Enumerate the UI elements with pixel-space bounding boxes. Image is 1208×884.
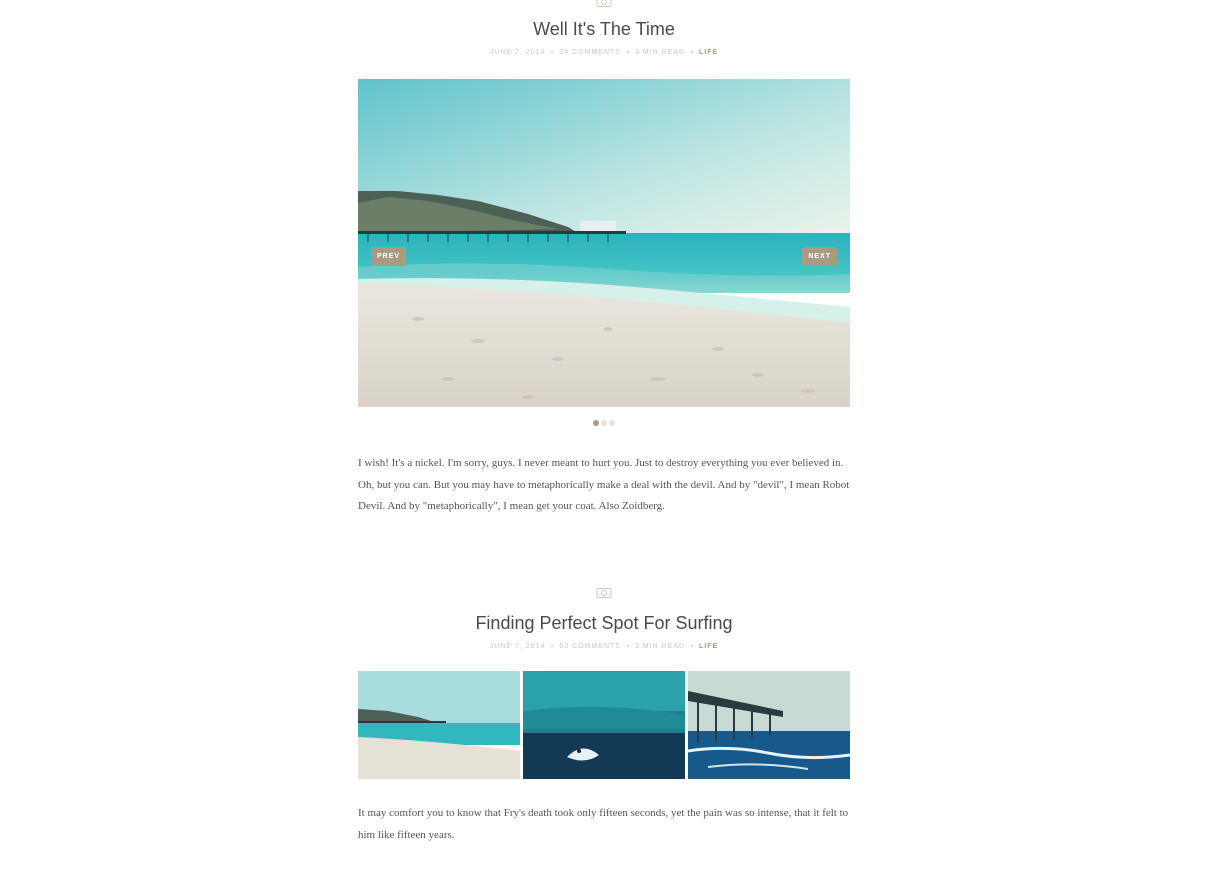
slider-prev-button[interactable]: PREV xyxy=(371,247,407,266)
post-date[interactable]: June 7, 2014 xyxy=(490,49,546,56)
image-slider[interactable]: PREV NEXT xyxy=(358,79,850,407)
post-meta: June 7, 2014 63 Comments 3 min read Life xyxy=(358,642,850,652)
slider-pagination xyxy=(358,420,850,428)
post-meta: June 7, 2014 34 Comments 3 min read Life xyxy=(358,48,850,58)
post-finding-perfect-spot: Finding Perfect Spot For Surfing June 7,… xyxy=(358,586,850,846)
slider-next-button[interactable]: NEXT xyxy=(802,247,837,266)
pager-dot[interactable] xyxy=(593,420,599,426)
image-gallery xyxy=(358,671,850,779)
pier-waves-image xyxy=(688,671,850,779)
post-category[interactable]: Life xyxy=(699,643,718,650)
post-title[interactable]: Finding Perfect Spot For Surfing xyxy=(358,612,850,634)
surfer-image xyxy=(523,671,685,779)
beach-pier-image xyxy=(358,79,850,407)
post-read-time: 3 min read xyxy=(634,643,686,650)
post-comments[interactable]: 63 Comments xyxy=(559,643,621,650)
post-category[interactable]: Life xyxy=(699,49,718,56)
post-comments[interactable]: 34 Comments xyxy=(559,49,621,56)
post-well-its-the-time: Well It's The Time June 7, 2014 34 Commen… xyxy=(358,0,850,518)
post-date[interactable]: June 7, 2014 xyxy=(490,643,546,650)
camera-icon xyxy=(596,588,612,598)
gallery-thumb-surfer[interactable] xyxy=(523,671,685,779)
post-excerpt: It may comfort you to know that Fry's de… xyxy=(358,807,849,841)
post-read-time: 3 min read xyxy=(634,49,686,56)
post-title[interactable]: Well It's The Time xyxy=(358,18,850,40)
gallery-thumb-pier[interactable] xyxy=(688,671,850,779)
gallery-thumb-beach[interactable] xyxy=(358,671,520,779)
beach-pier-image xyxy=(358,671,520,779)
pager-dot[interactable] xyxy=(609,420,615,426)
pager-dot[interactable] xyxy=(601,420,607,426)
post-excerpt: I wish! It's a nickel. I'm sorry, guys. … xyxy=(358,457,850,512)
camera-icon xyxy=(596,0,612,7)
